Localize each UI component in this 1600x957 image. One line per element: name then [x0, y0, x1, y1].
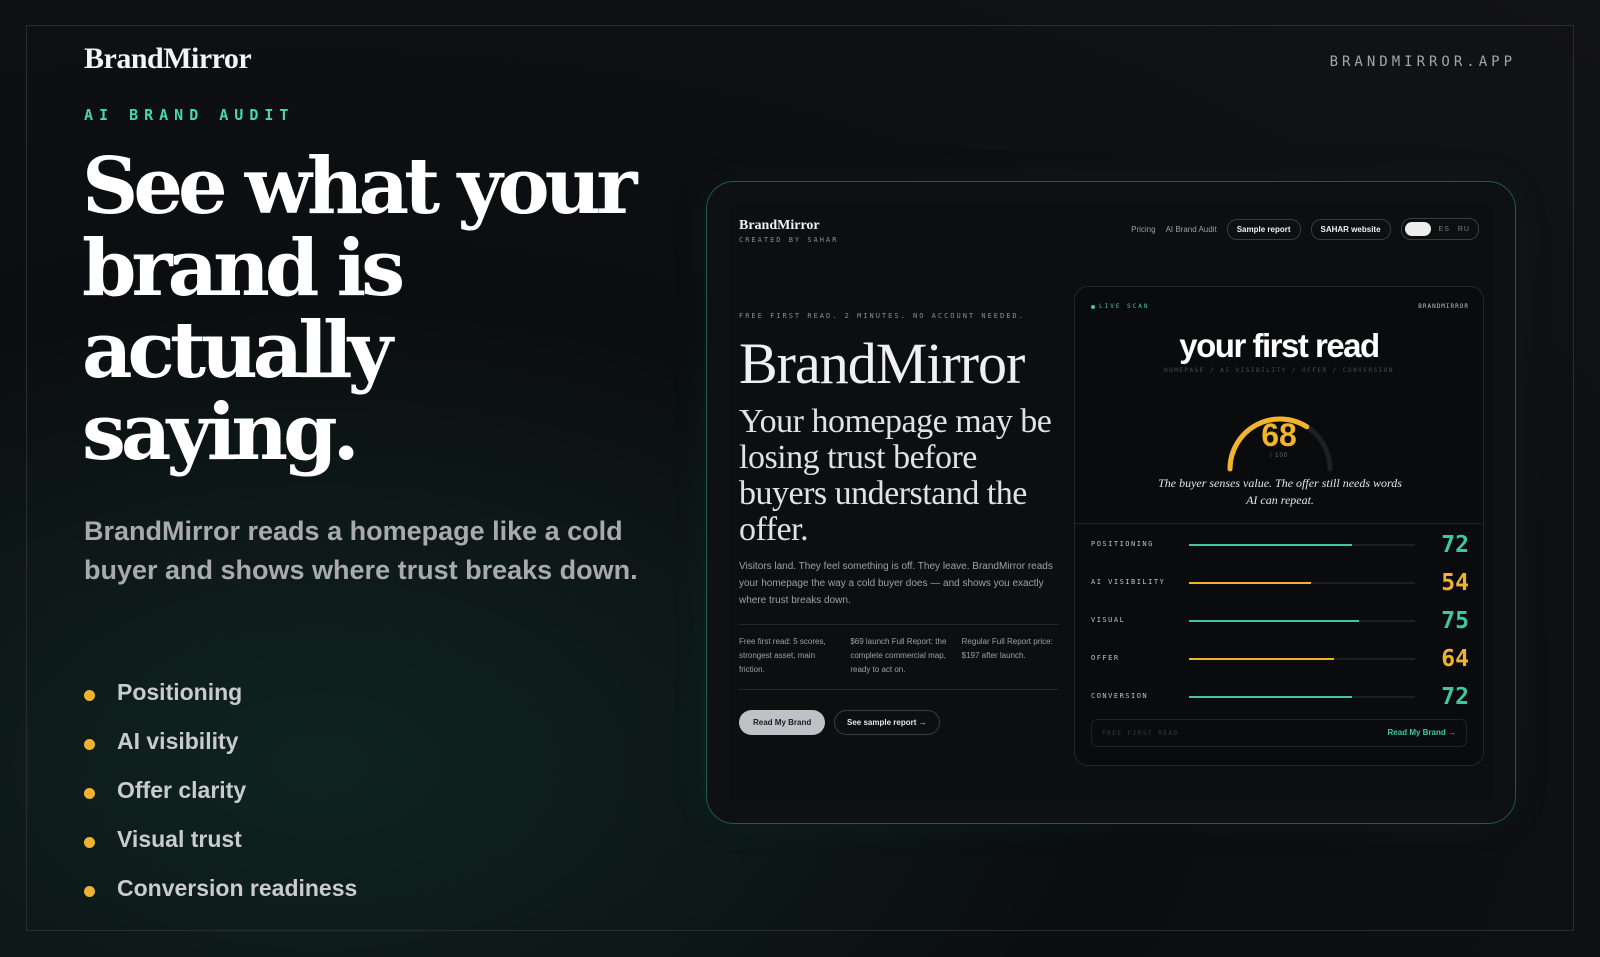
feature-label: Offer clarity: [117, 777, 247, 803]
score-bar-fill: [1189, 544, 1352, 546]
bullet-dot-icon: [84, 837, 95, 848]
score-row: POSITIONING 72: [1075, 524, 1483, 562]
score-row-label: OFFER: [1091, 654, 1120, 662]
score-row: AI VISIBILITY 54: [1075, 562, 1483, 600]
mock-logo[interactable]: BrandMirror: [739, 218, 820, 234]
score-row: OFFER 64: [1075, 638, 1483, 676]
domain-label: BRANDMIRROR.APP: [1329, 54, 1516, 70]
score-max: / 100: [1269, 453, 1289, 459]
score-row-value: 54: [1441, 570, 1469, 596]
feature-item: Conversion readiness: [84, 864, 357, 913]
score-bar-track: [1189, 544, 1415, 546]
feature-item: Visual trust: [84, 815, 357, 864]
score-row: VISUAL 75: [1075, 600, 1483, 638]
pricing-columns: Free first read: 5 scores, strongest ass…: [739, 624, 1059, 690]
brand-logo[interactable]: BrandMirror: [84, 42, 252, 76]
nav-sample-report-button[interactable]: Sample report: [1226, 218, 1301, 240]
bullet-dot-icon: [84, 886, 95, 897]
live-label: LIVE SCAN: [1099, 303, 1150, 310]
mock-created-by: CREATED BY SAHAR: [739, 236, 839, 244]
feature-list: Positioning AI visibility Offer clarity …: [84, 668, 357, 913]
score-bar-fill: [1189, 658, 1334, 660]
card-footer: FREE FIRST READ Read My Brand →: [1091, 719, 1467, 747]
mock-nav: Pricing AI Brand Audit Sample report SAH…: [1131, 218, 1479, 240]
feature-item: Offer clarity: [84, 766, 357, 815]
score-bar-track: [1189, 620, 1415, 622]
score-rows: POSITIONING 72 AI VISIBILITY 54 VISUAL 7…: [1075, 523, 1483, 714]
card-brand-tag: BRANDMIRROR: [1418, 303, 1469, 310]
score-bar-track: [1189, 658, 1415, 660]
live-scan-badge: LIVE SCAN: [1091, 303, 1150, 310]
score-row: CONVERSION 72: [1075, 676, 1483, 714]
feature-label: Positioning: [117, 679, 243, 705]
pricing-column: Free first read: 5 scores, strongest ass…: [739, 637, 826, 674]
read-my-brand-button[interactable]: Read My Brand: [739, 710, 826, 735]
feature-item: AI visibility: [84, 717, 357, 766]
hero-subhead: BrandMirror reads a homepage like a cold…: [84, 516, 638, 585]
pricing-column: Regular Full Report price: $197 after la…: [961, 637, 1053, 660]
overall-score: 68: [1261, 417, 1297, 453]
nav-audit-link[interactable]: AI Brand Audit: [1166, 225, 1217, 234]
nav-pricing-link[interactable]: Pricing: [1131, 225, 1155, 234]
score-row-value: 75: [1441, 608, 1469, 634]
score-card: LIVE SCAN BRANDMIRROR your first read HO…: [1074, 286, 1484, 766]
hero-eyebrow: AI BRAND AUDIT: [84, 106, 295, 124]
feature-item: Positioning: [84, 668, 357, 717]
score-row-label: CONVERSION: [1091, 692, 1149, 700]
feature-label: Visual trust: [117, 826, 242, 852]
mock-title: BrandMirror: [739, 331, 1025, 396]
bullet-dot-icon: [84, 788, 95, 799]
language-toggle[interactable]: [1404, 222, 1431, 236]
feature-label: AI visibility: [117, 728, 239, 754]
device-mockup: BrandMirror CREATED BY SAHAR Pricing AI …: [706, 181, 1516, 824]
lang-es[interactable]: ES: [1439, 226, 1450, 233]
score-bar-track: [1189, 582, 1415, 584]
score-row-value: 64: [1441, 646, 1469, 672]
score-bar-fill: [1189, 582, 1312, 584]
language-switcher[interactable]: ES RU: [1400, 218, 1479, 240]
feature-label: Conversion readiness: [117, 875, 358, 901]
mock-tagline: Your homepage may be losing trust before…: [739, 403, 1052, 548]
score-row-label: VISUAL: [1091, 616, 1126, 624]
nav-website-button[interactable]: SAHAR website: [1310, 218, 1391, 240]
lang-ru[interactable]: RU: [1458, 226, 1470, 233]
bullet-dot-icon: [84, 690, 95, 701]
card-footer-label: FREE FIRST READ: [1102, 730, 1179, 737]
score-quote: The buyer senses value. The offer still …: [1158, 476, 1402, 507]
card-title: your first read: [1179, 327, 1380, 364]
card-read-my-brand-link[interactable]: Read My Brand →: [1388, 728, 1456, 737]
mock-screen: BrandMirror CREATED BY SAHAR Pricing AI …: [729, 204, 1493, 801]
score-row-label: POSITIONING: [1091, 540, 1154, 548]
live-dot-icon: [1091, 304, 1095, 309]
see-sample-report-button[interactable]: See sample report →: [834, 710, 940, 735]
score-bar-fill: [1189, 696, 1352, 698]
score-row-value: 72: [1441, 532, 1469, 558]
score-bar-track: [1189, 696, 1415, 698]
score-bar-fill: [1189, 620, 1359, 622]
bullet-dot-icon: [84, 739, 95, 750]
mock-kicker: FREE FIRST READ. 2 MINUTES. NO ACCOUNT N…: [739, 312, 1025, 320]
pricing-column: $69 launch Full Report: the complete com…: [850, 637, 947, 674]
mock-body: Visitors land. They feel something is of…: [739, 561, 1053, 606]
score-row-value: 72: [1441, 684, 1469, 710]
card-subtitle: HOMEPAGE / AI VISIBILITY / OFFER / CONVE…: [1163, 367, 1395, 374]
score-row-label: AI VISIBILITY: [1091, 578, 1166, 586]
hero-headline: See what your brand is actually saying.: [82, 141, 637, 478]
